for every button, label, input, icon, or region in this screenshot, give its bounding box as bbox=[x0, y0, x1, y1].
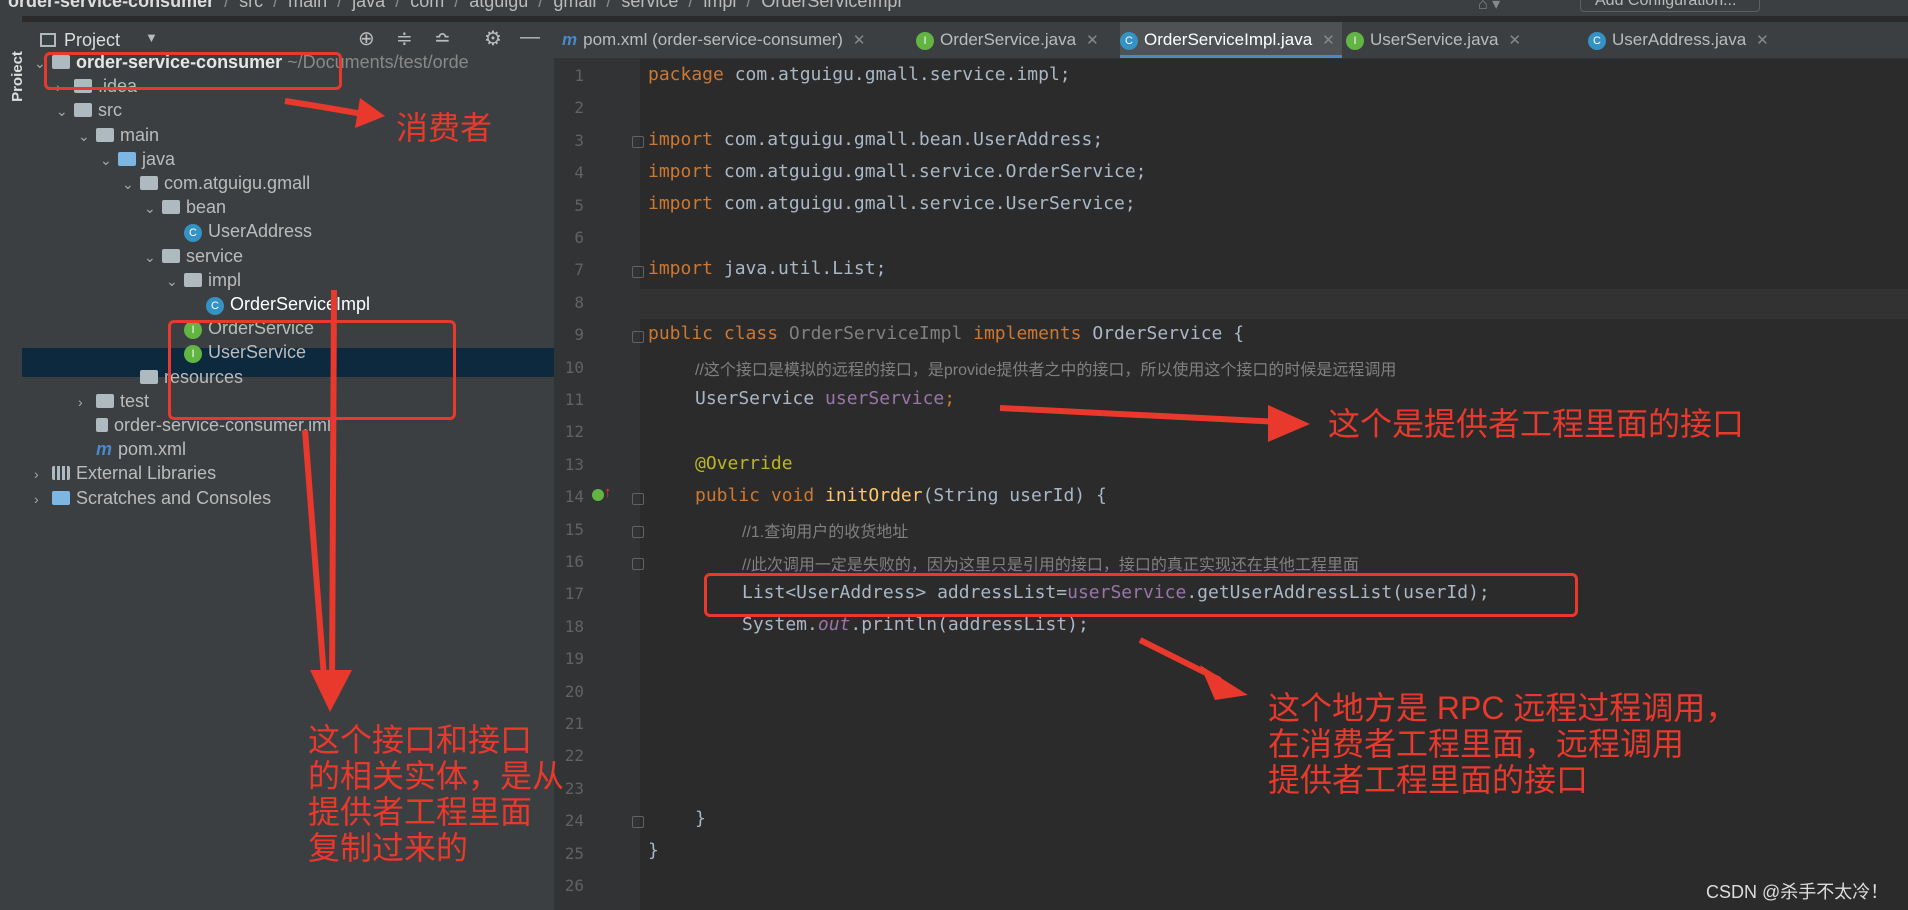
arrow-down-from-interfaces bbox=[302, 429, 328, 691]
annotation-copied-line-3: 提供者工程里面 bbox=[308, 794, 533, 830]
annotation-rpc-line-3: 提供者工程里面的接口 bbox=[1268, 762, 1589, 798]
arrow-to-consumer-label bbox=[284, 98, 369, 118]
arrowhead-down bbox=[310, 670, 352, 712]
arrowhead-provider bbox=[1268, 405, 1310, 442]
annotation-copied-line-2: 的相关实体，是从 bbox=[308, 758, 565, 794]
arrow-to-provider-label bbox=[999, 405, 1281, 425]
annotation-consumer: 消费者 bbox=[396, 110, 493, 146]
annotation-provider-interface: 这个是提供者工程里面的接口 bbox=[1328, 406, 1745, 442]
annotation-copied-line-1: 这个接口和接口 bbox=[308, 722, 533, 758]
arrowhead-consumer bbox=[355, 98, 385, 128]
annotation-rpc-line-2: 在消费者工程里面，远程调用 bbox=[1268, 726, 1685, 762]
annotation-copied-line-4: 复制过来的 bbox=[308, 830, 469, 866]
annotation-rpc-line-1: 这个地方是 RPC 远程过程调用， bbox=[1268, 690, 1738, 726]
arrow-down-from-useraddress bbox=[329, 289, 337, 691]
arrowhead-rpc bbox=[1200, 665, 1248, 700]
watermark: CSDN @杀手不太冷！ bbox=[1706, 882, 1889, 902]
annotation-arrows bbox=[284, 98, 1310, 712]
